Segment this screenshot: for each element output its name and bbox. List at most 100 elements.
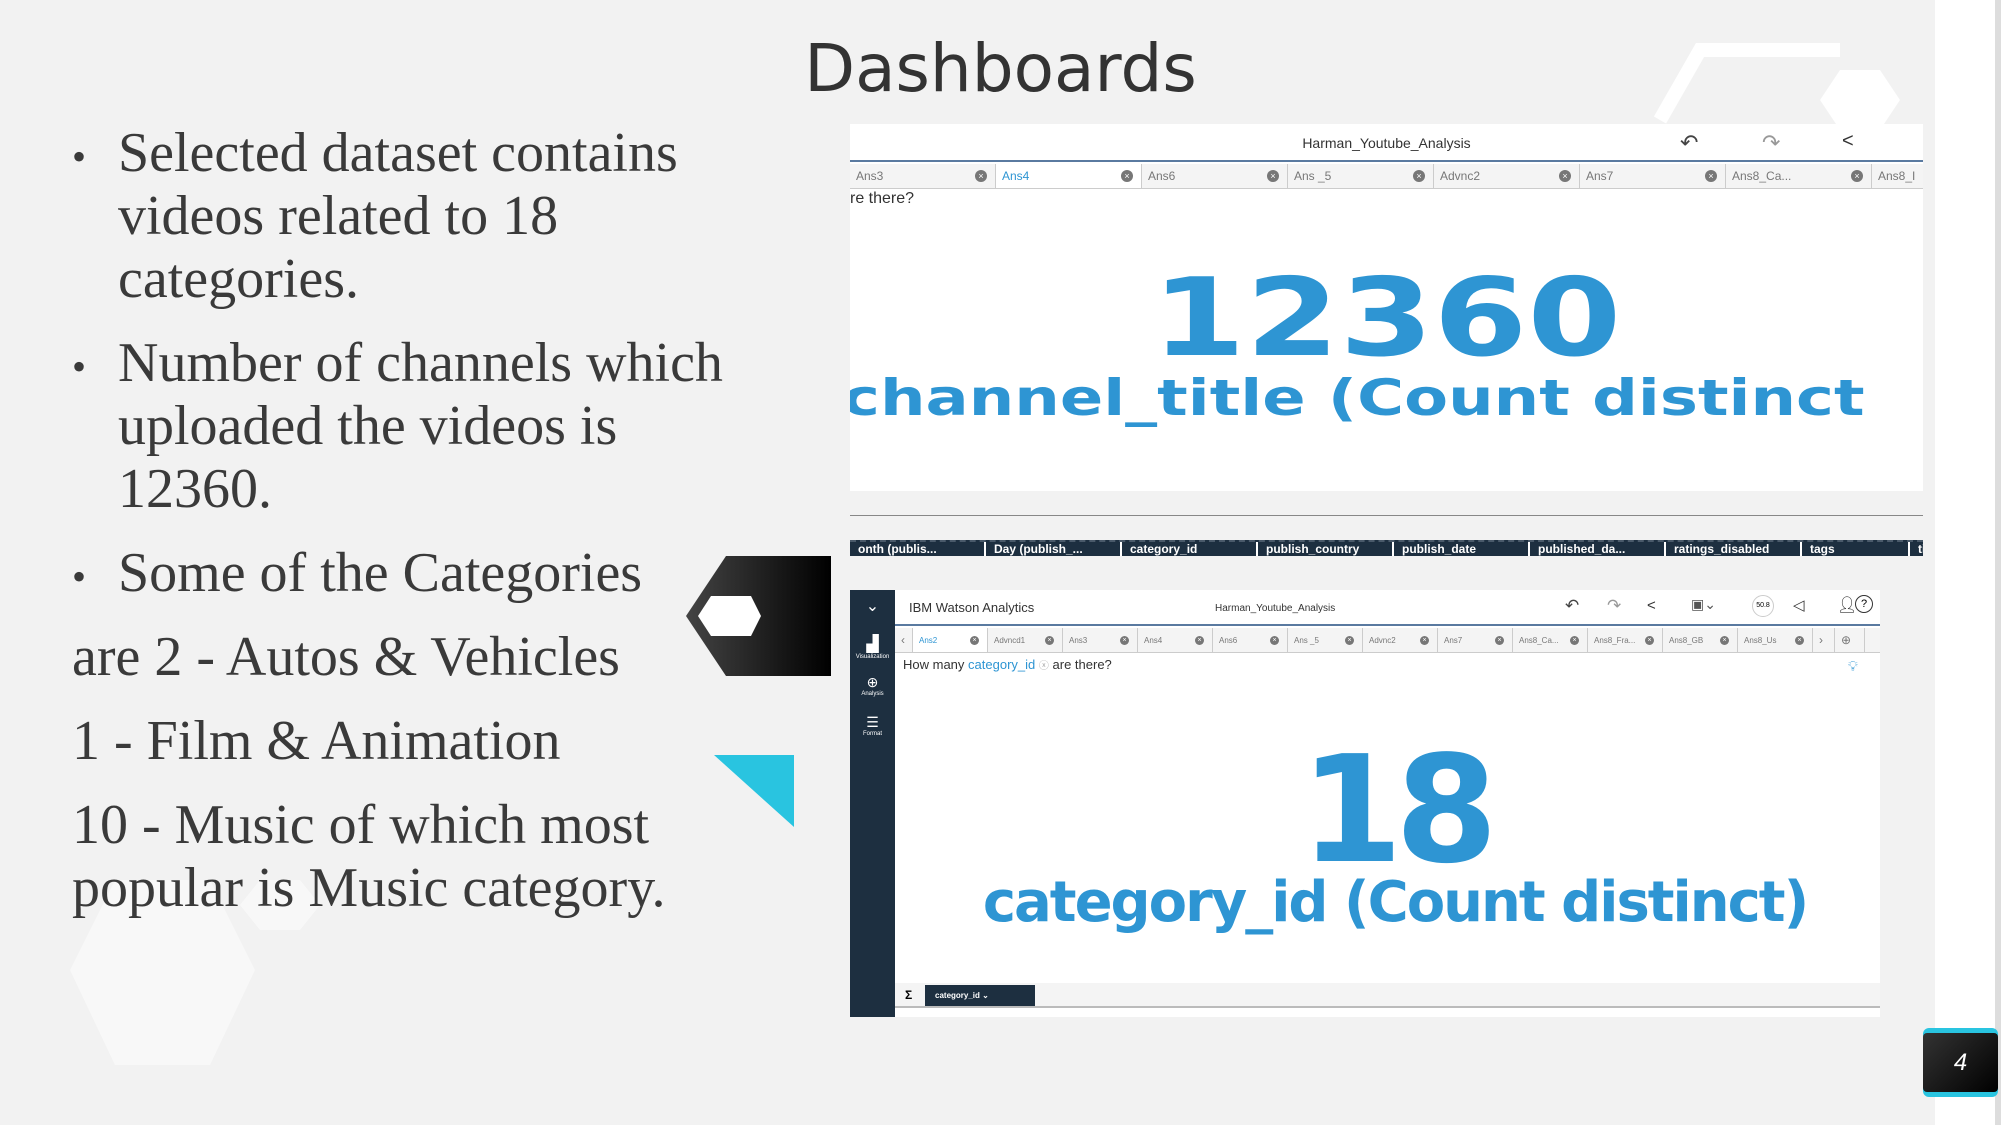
field-chip[interactable]: category_id [1122,542,1258,556]
bottom-tab-bar: ‹ Ans2 × Advncd1 × Ans3 × Ans4 × Ans6 × Ans _5 × Advn… [895,628,1880,653]
tab-item[interactable]: Advnc2 × [1363,628,1438,652]
tab-ans8-i[interactable]: Ans8_I [1872,164,1923,188]
close-icon[interactable]: × [1120,635,1129,645]
chip-label: category_id [935,991,980,1000]
undo-icon[interactable]: ↶ [1565,596,1579,616]
sidebar-item-analysis[interactable]: ⊕ Analysis [850,674,895,697]
sidebar: ⌄ ▟ Visualization ⊕ Analysis ☰ Format [850,590,895,1017]
question-bar[interactable]: How many category_id ⓧ are there? [903,657,1112,672]
close-icon[interactable]: × [975,170,987,182]
close-icon[interactable]: × [1570,635,1579,645]
tab-label: Ans8_Us [1744,635,1777,645]
field-chip[interactable]: tags [1802,542,1910,556]
share-icon[interactable]: < [1842,130,1854,153]
usage-meter[interactable]: 50.8 [1752,595,1774,617]
sidebar-label: Visualization [855,654,890,660]
tab-item[interactable]: Ans3 × [1063,628,1138,652]
tab-label: Ans8_Ca... [1519,635,1559,645]
category-line: 10 - Music of which most popular is Musi… [72,794,666,919]
tab-ans4[interactable]: Ans4 × [996,164,1142,188]
close-icon[interactable]: × [1559,170,1571,182]
tab-item[interactable]: Ans6 × [1213,628,1288,652]
megaphone-icon[interactable]: ◁ [1793,596,1805,614]
undo-icon[interactable]: ↶ [1680,130,1698,156]
right-band [1935,0,2001,1125]
tab-label: Ans3 [1069,635,1088,645]
slide-title: Dashboards [804,30,1197,107]
tab-item[interactable]: Ans8_Us × [1738,628,1813,652]
tab-label: Advnc2 [1440,169,1481,183]
bulb-icon[interactable]: 💡︎ [1848,658,1858,675]
tab-ans6[interactable]: Ans6 × [1142,164,1288,188]
bullet-text: Selected dataset contains videos related… [118,122,678,310]
share-icon[interactable]: < [1647,597,1656,614]
sidebar-item-format[interactable]: ☰ Format [850,714,895,737]
tab-label: Ans8_Ca... [1732,169,1792,183]
close-icon[interactable]: × [1645,635,1654,645]
close-icon[interactable]: × [1705,170,1717,182]
question-field[interactable]: category_id [968,657,1035,672]
category-line: 1 - Film & Animation [72,710,561,772]
question-text: re there? [850,190,915,207]
close-icon[interactable]: × [970,635,979,645]
close-icon[interactable]: × [1045,635,1054,645]
dashboard-title: Harman_Youtube_Analysis [1215,603,1336,614]
field-chip[interactable]: onth (publis... [850,542,986,556]
close-icon[interactable]: × [1720,635,1729,645]
device-preview-icon[interactable]: ▣⌄ [1691,596,1716,613]
divider [850,515,1923,516]
field-chip[interactable]: publish_country [1258,542,1394,556]
remove-field-icon[interactable]: ⓧ [1039,661,1049,672]
field-chip[interactable]: published_da... [1530,542,1666,556]
tab-label: Ans2 [919,635,938,645]
field-chip[interactable]: ti [1910,542,1923,556]
tab-item[interactable]: Ans8_Ca... × [1513,628,1588,652]
sliders-icon: ☰ [866,714,879,730]
bottom-dashboard-screenshot: ⌄ ▟ Visualization ⊕ Analysis ☰ Format IBM W… [850,590,1880,1017]
field-chip[interactable]: publish_date [1394,542,1530,556]
bullet-text: Number of channels which uploaded the vi… [118,332,723,520]
tab-label: Ans _5 [1294,169,1332,183]
tab-advnc2[interactable]: Advnc2 × [1434,164,1580,188]
close-icon[interactable]: × [1345,635,1354,645]
close-icon[interactable]: × [1121,170,1133,182]
field-chip[interactable]: ratings_disabled [1666,542,1802,556]
footer-field-chip[interactable]: category_id ⌄ [925,985,1035,1006]
tab-item[interactable]: Ans4 × [1138,628,1213,652]
tab-ans3[interactable]: Ans3 × [850,164,996,188]
tab-ans-5[interactable]: Ans _5 × [1288,164,1434,188]
tab-item[interactable]: Advncd1 × [988,628,1063,652]
top-dashboard-screenshot: Harman_Youtube_Analysis ↶ ↷ < Ans3 × Ans4… [850,124,1923,491]
tab-item[interactable]: Ans8_GB × [1663,628,1738,652]
sidebar-label: Analysis [861,691,884,697]
close-icon[interactable]: × [1413,170,1425,182]
question-prefix: How many [903,657,965,672]
tab-item[interactable]: Ans _5 × [1288,628,1363,652]
cyan-triangle-icon [714,755,794,827]
tab-ans7[interactable]: Ans7 × [1580,164,1726,188]
close-icon[interactable]: × [1270,635,1279,645]
chevron-down-icon[interactable]: ⌄ [850,596,895,616]
close-icon[interactable]: × [1195,635,1204,645]
close-icon[interactable]: × [1495,635,1504,645]
tab-item[interactable]: Ans2 × [913,628,988,652]
add-tab-icon[interactable]: ⊕ [1835,628,1865,652]
field-chip[interactable]: Day (publish_... [986,542,1122,556]
tab-item[interactable]: Ans8_Fra... × [1588,628,1663,652]
tabs-next-icon[interactable]: › [1813,628,1835,652]
tab-label: Ans7 [1586,169,1614,183]
redo-icon[interactable]: ↷ [1762,130,1780,156]
close-icon[interactable]: × [1851,170,1863,182]
tabs-prev-icon[interactable]: ‹ [895,628,913,652]
tab-item[interactable]: Ans7 × [1438,628,1513,652]
redo-icon[interactable]: ↷ [1607,596,1621,616]
close-icon[interactable]: × [1795,635,1804,645]
close-icon[interactable]: × [1420,635,1429,645]
kpi-value: 18 [1300,724,1498,896]
sidebar-item-visualization[interactable]: ▟ Visualization [850,634,895,660]
tab-ans8-ca[interactable]: Ans8_Ca... × [1726,164,1872,188]
sigma-icon[interactable]: Σ [905,988,912,1002]
top-tab-bar: Ans3 × Ans4 × Ans6 × Ans _5 × Advnc2 × Ans7 × … [850,164,1923,189]
close-icon[interactable]: × [1267,170,1279,182]
help-icon[interactable]: ? [1855,595,1873,613]
